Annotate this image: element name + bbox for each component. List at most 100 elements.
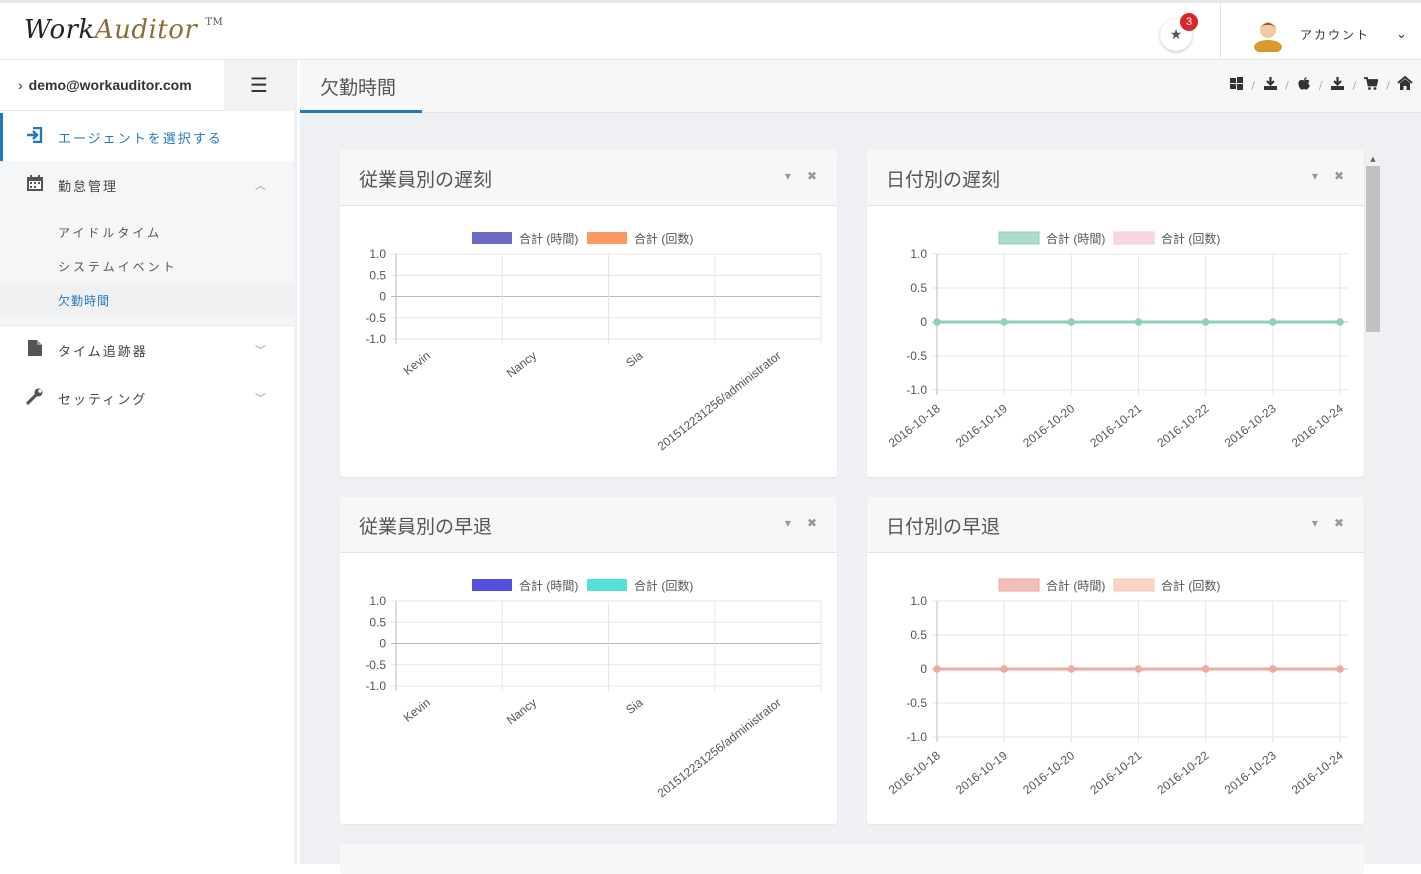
header-divider (1220, 3, 1221, 60)
panel-title: 日付別の遅刻 (886, 169, 1001, 191)
account-label: アカウント (1300, 27, 1371, 42)
home-icon[interactable] (1397, 75, 1413, 94)
x-tick-label: 2016-10-23 (1222, 748, 1279, 797)
x-tick-label: Kevin (401, 695, 433, 725)
y-tick-label: -1.0 (906, 383, 927, 397)
data-point (1000, 318, 1008, 326)
legend-label: 合計 (時間) (519, 578, 578, 593)
legend-swatch (1113, 578, 1155, 592)
legend-label: 合計 (時間) (1046, 231, 1105, 246)
x-tick-label: 2016-10-22 (1155, 401, 1212, 450)
sign-in-icon (24, 126, 46, 147)
file-icon (24, 339, 46, 361)
y-tick-label: 1.0 (910, 247, 927, 261)
sidebar-item-time-tracker[interactable]: タイム追跡器 ﹀ (0, 326, 294, 374)
avatar (1250, 16, 1286, 54)
data-point (1134, 318, 1143, 326)
download-icon[interactable] (1262, 76, 1278, 94)
star-icon: ★ (1169, 27, 1183, 43)
workauditor-logo[interactable]: WorkAuditor TM (24, 15, 223, 45)
download-icon[interactable] (1330, 76, 1346, 94)
sidebar-item-select-agent[interactable]: エージェントを選択する (0, 113, 294, 161)
y-tick-label: -0.5 (365, 658, 386, 672)
data-point (933, 665, 941, 673)
sidebar-subitem-absence-time[interactable]: 欠勤時間 (0, 283, 294, 317)
close-icon[interactable]: ✖ (807, 516, 817, 530)
y-tick-label: 0.5 (369, 615, 386, 629)
sidebar-nav: エージェントを選択する 勤怠管理 ︿ (0, 113, 294, 209)
account-menu[interactable]: アカウント ⌄ (1250, 16, 1407, 54)
y-tick-label: 0.5 (369, 268, 386, 282)
menu-toggle-button[interactable]: ☰ (224, 59, 294, 111)
late-by-employee-chart: 合計 (時間) 合計 (回数) 1.0 0.5 0 -0.5 -1.0 Kevin Nancy S… (365, 231, 822, 453)
top-bar: WorkAuditor TM ★ 3 アカウント ⌄ (0, 0, 1421, 60)
y-tick-label: 1.0 (369, 594, 386, 608)
scrollbar[interactable]: ▲ (1365, 152, 1381, 864)
x-tick-label: 2016-10-19 (953, 401, 1010, 450)
collapse-icon[interactable]: ▾ (785, 169, 791, 183)
early-leave-by-date-chart: 合計 (時間) 合計 (回数) 1.0 0.5 0 -0.5 -1.0 2016-10-18 2… (886, 578, 1348, 797)
legend-label: 合計 (回数) (634, 231, 693, 246)
y-tick-label: 1.0 (910, 594, 927, 608)
sidebar-subitem-idle-time[interactable]: アイドルタイム (0, 215, 294, 249)
x-tick-label: Sia (623, 695, 646, 717)
windows-icon[interactable] (1228, 76, 1244, 94)
legend-label: 合計 (時間) (1046, 578, 1105, 593)
logo-auditor: Auditor (94, 15, 198, 45)
y-tick-label: -0.5 (906, 349, 927, 363)
panel-early-leave-by-date: 日付別の早退 ▾ ✖ 合計 (時間) 合計 (回数) 1.0 0.5 0 -0.5 -1.0… (867, 497, 1364, 824)
cart-icon[interactable] (1363, 76, 1379, 94)
sidebar-user-row: › demo@workauditor.com ☰ (0, 59, 294, 111)
collapse-icon[interactable]: ▾ (785, 516, 791, 530)
sidebar-subitem-system-events[interactable]: システムイベント (0, 249, 294, 283)
panel-controls: ▾ ✖ (769, 169, 817, 183)
y-tick-label: 0 (920, 315, 927, 329)
legend-label: 合計 (回数) (1161, 231, 1220, 246)
header-toolbar: / / / / / (1228, 75, 1413, 94)
close-icon[interactable]: ✖ (807, 169, 817, 183)
y-tick-label: 0 (379, 637, 386, 651)
attendance-submenu: アイドルタイム システムイベント 欠勤時間 (0, 209, 294, 326)
legend-label: 合計 (時間) (519, 231, 578, 246)
sidebar-item-attendance[interactable]: 勤怠管理 ︿ (0, 161, 294, 209)
legend-swatch (472, 579, 512, 591)
legend-swatch (998, 231, 1040, 245)
sidebar-item-label: エージェントを選択する (58, 131, 223, 147)
data-point (1134, 665, 1143, 673)
data-point (1000, 665, 1008, 673)
logo-trademark: TM (205, 17, 224, 28)
y-tick-label: 0.5 (910, 628, 927, 642)
page-title-underline (300, 110, 422, 113)
x-tick-label: 2016-10-22 (1155, 748, 1212, 797)
x-tick-label: 2016-10-20 (1020, 401, 1077, 450)
panel-header: 従業員別の遅刻 ▾ ✖ (340, 150, 837, 206)
notifications-button[interactable]: ★ 3 (1160, 13, 1198, 51)
apple-icon[interactable] (1296, 76, 1312, 94)
notification-count-badge: 3 (1180, 13, 1198, 31)
collapse-icon[interactable]: ▾ (1312, 169, 1318, 183)
y-tick-label: -0.5 (906, 696, 927, 710)
sidebar-item-settings[interactable]: セッティング ﹀ (0, 374, 294, 422)
close-icon[interactable]: ✖ (1334, 169, 1344, 183)
x-tick-label: 2016-10-21 (1087, 401, 1144, 450)
close-icon[interactable]: ✖ (1334, 516, 1344, 530)
sidebar: › demo@workauditor.com ☰ エージェントを選択する 勤怠管理… (0, 59, 297, 864)
y-tick-label: 0 (920, 662, 927, 676)
collapse-icon[interactable]: ▾ (1312, 516, 1318, 530)
panel-early-leave-by-employee: 従業員別の早退 ▾ ✖ 合計 (時間) 合計 (回数) 1.0 0.5 0 -0.5 -1.… (340, 497, 837, 824)
panel-late-by-employee: 従業員別の遅刻 ▾ ✖ 合計 (時間) 合計 (回数) 1.0 0.5 0 -0.5 -1.… (340, 150, 837, 477)
data-point (1067, 318, 1076, 326)
legend-label: 合計 (回数) (1161, 578, 1220, 593)
scrollbar-thumb[interactable] (1366, 166, 1380, 332)
data-point (1336, 318, 1344, 326)
chevron-up-icon: ︿ (255, 179, 268, 192)
user-avatar-icon (1254, 22, 1282, 54)
x-tick-label: 2016-10-18 (886, 748, 943, 797)
y-tick-label: 1.0 (369, 247, 386, 261)
user-email[interactable]: › demo@workauditor.com (0, 77, 224, 93)
y-tick-label: -1.0 (906, 730, 927, 744)
x-tick-label: Nancy (504, 348, 539, 380)
scroll-up-icon[interactable]: ▲ (1365, 152, 1381, 166)
late-by-date-chart: 合計 (時間) 合計 (回数)1.00.50-0.5-1.02016-10-18 2… (886, 231, 1348, 450)
legend-swatch (1113, 231, 1155, 245)
